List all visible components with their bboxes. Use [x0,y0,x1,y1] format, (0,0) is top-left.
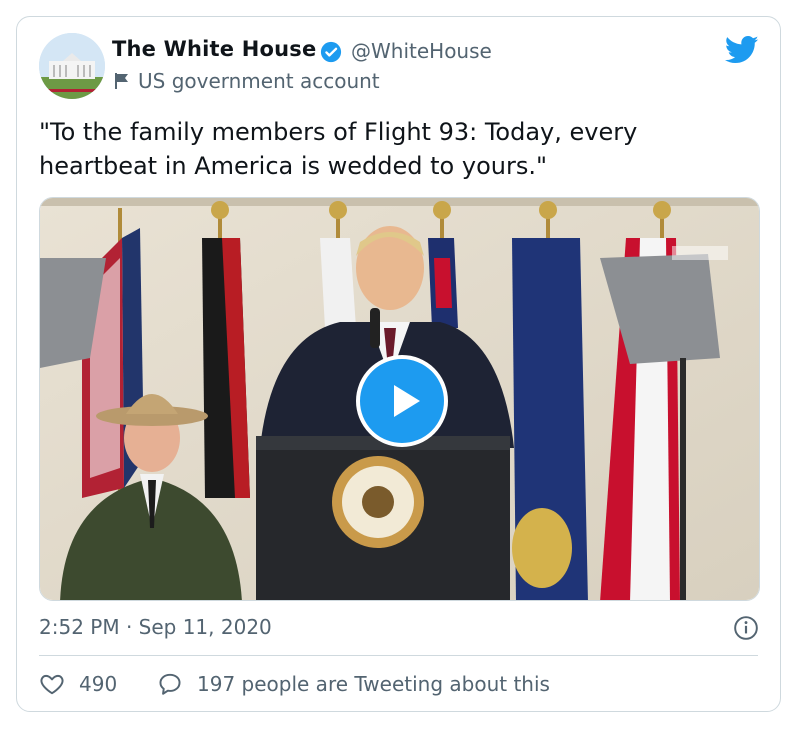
tweeting-about-link[interactable]: 197 people are Tweeting about this [157,671,550,697]
speech-bubble-icon [159,673,181,695]
video-player[interactable] [39,197,760,601]
play-button[interactable] [356,355,448,447]
like-button[interactable]: 490 [39,671,117,697]
author-name[interactable]: The White House [112,37,316,61]
tweet-text: "To the family members of Flight 93: Tod… [39,118,645,180]
flag-icon [115,73,128,89]
author-handle[interactable]: @WhiteHouse [351,39,492,63]
verified-badge-icon [320,41,342,63]
twitter-bird-icon[interactable] [725,35,759,65]
government-account-label: US government account [114,69,380,93]
account-label-text: US government account [138,69,380,93]
heart-icon [40,674,64,695]
avatar[interactable] [39,33,105,99]
tweeting-about-text: 197 people are Tweeting about this [197,672,550,696]
info-icon[interactable] [733,615,759,641]
play-icon [394,385,420,417]
like-count: 490 [79,672,118,696]
white-house-avatar-image [39,33,105,99]
tweet-timestamp[interactable]: 2:52 PM · Sep 11, 2020 [39,615,272,639]
divider [39,655,758,656]
tweet-card[interactable]: The White House @WhiteHouse US governmen… [16,16,781,712]
